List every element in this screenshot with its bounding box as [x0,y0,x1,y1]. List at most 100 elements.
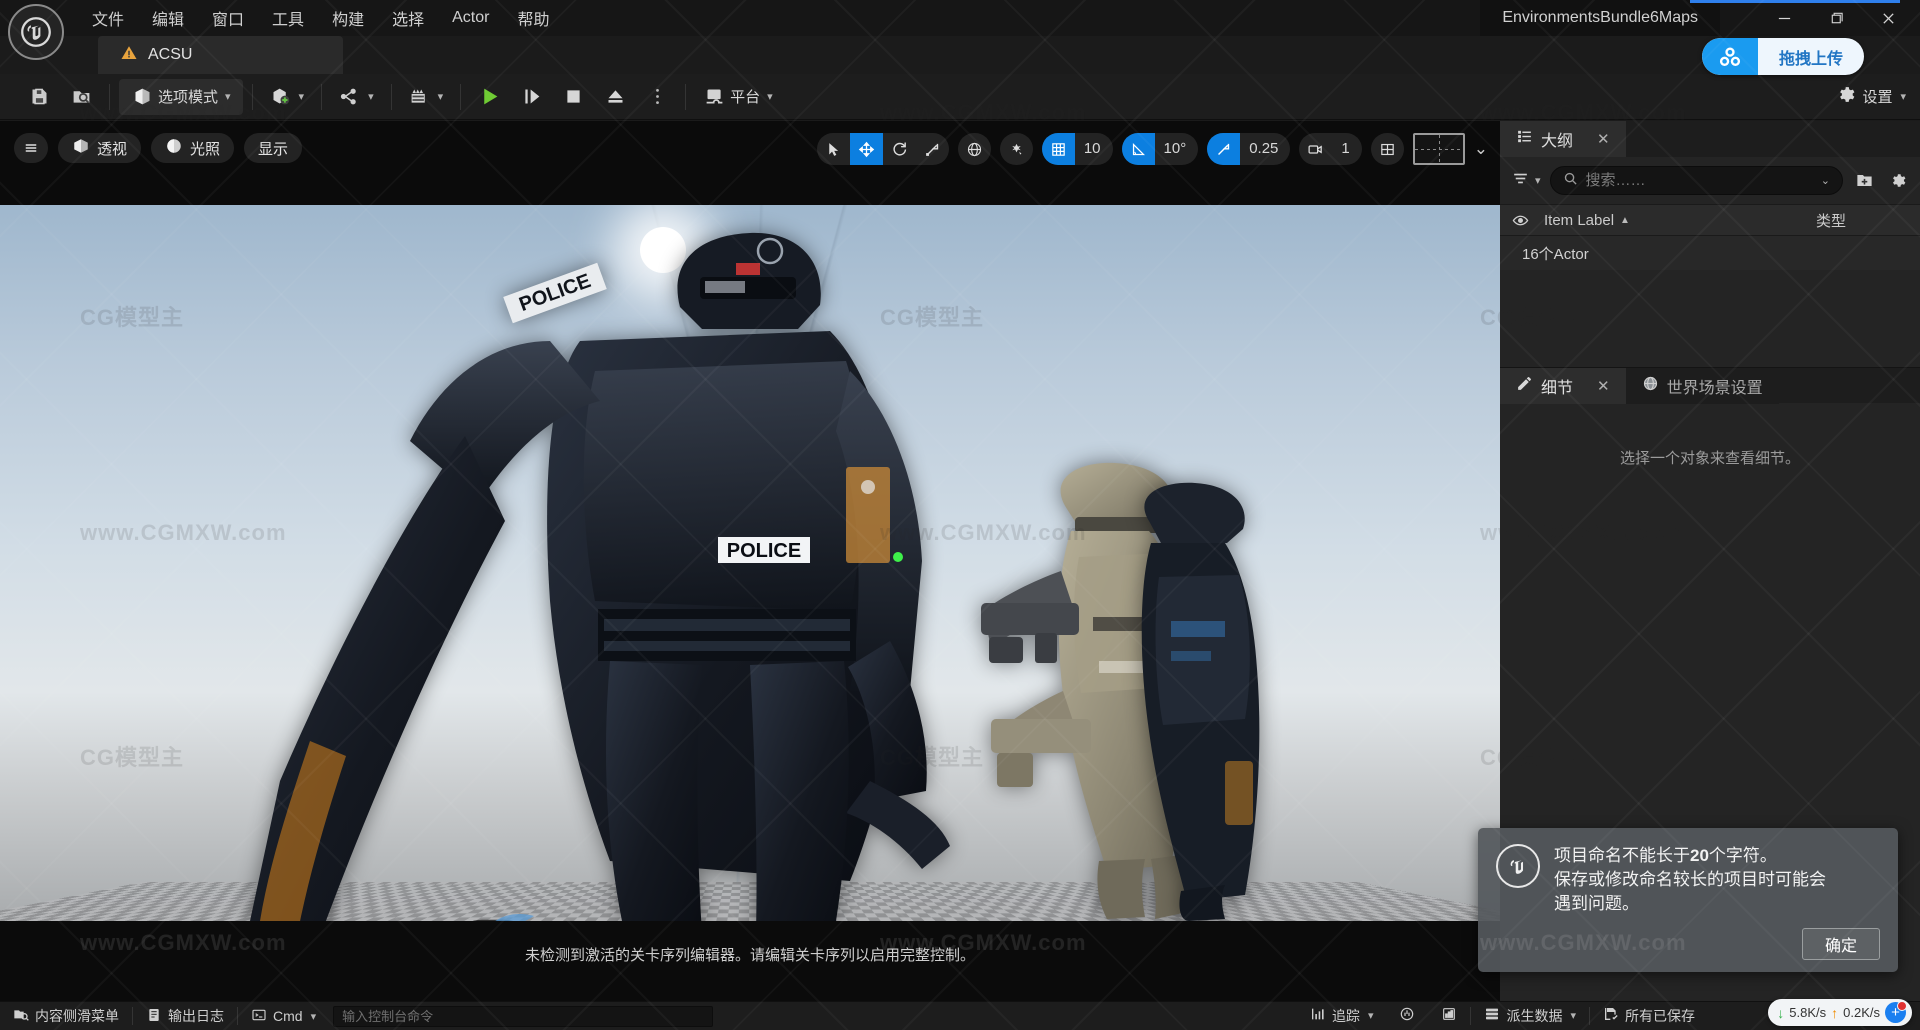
angle-snap-icon[interactable] [1121,133,1155,165]
content-drawer-icon [13,1007,29,1026]
unreal-logo-icon [1496,843,1540,888]
add-actor-button[interactable]: ▾ [262,79,313,115]
unreal-logo-icon[interactable] [8,4,64,60]
camera-speed-value[interactable]: 1 [1332,133,1361,165]
grid-snap-control[interactable]: 10 [1041,133,1113,165]
camera-icon[interactable] [1299,133,1332,165]
transform-tool-group [816,133,949,165]
level-viewport[interactable]: POLICE POLICE 透视 光照 显示 10 10° 0.25 1 ⌄ 未… [0,121,1500,1001]
camera-speed-control[interactable]: 1 [1299,133,1362,165]
coordinate-system-button[interactable] [957,133,991,165]
surface-snap-button[interactable] [999,133,1033,165]
menu-file[interactable]: 文件 [78,0,138,36]
viewport-3d-scene[interactable]: POLICE POLICE [0,205,1500,921]
chevron-down-icon[interactable]: ⌄ [1821,174,1830,187]
stop-button[interactable] [554,79,592,115]
chevron-down-icon: ▾ [1367,1010,1374,1022]
editor-settings-button[interactable]: 设置 ▾ [1835,84,1906,109]
show-label: 显示 [258,140,289,158]
eject-button[interactable] [596,79,634,115]
output-log-button[interactable]: 输出日志 [133,1002,237,1030]
surface-snap-icon[interactable] [1000,133,1033,165]
console-input-field[interactable] [342,1008,705,1024]
toast-ok-button[interactable]: 确定 [1802,928,1880,960]
angle-snap-value[interactable]: 10° [1155,133,1199,165]
blueprints-button[interactable]: ▾ [331,79,382,115]
browse-button[interactable] [62,79,100,115]
outliner-settings-button[interactable] [1885,169,1909,193]
unreal-editor-window: 文件 编辑 窗口 工具 构建 选择 Actor 帮助 EnvironmentsB… [0,0,1920,1030]
close-icon[interactable]: ✕ [1597,377,1610,395]
toast-line1-prefix: 项目命名不能长于 [1554,845,1690,865]
column-item-label[interactable]: Item Label ▲ [1544,212,1804,229]
scale-tool-button[interactable] [916,133,949,165]
outliner-add-button[interactable] [1852,169,1876,193]
menu-actor[interactable]: Actor [438,3,503,33]
platforms-button[interactable]: 平台 ▾ [695,79,781,115]
outliner-search-input[interactable] [1585,172,1811,189]
viewport-show-button[interactable]: 显示 [244,133,303,163]
layout-preview-thumbnail[interactable] [1412,133,1465,165]
more-options-button[interactable] [638,79,676,115]
eject-icon [604,86,626,108]
gamepad-icon [450,910,536,921]
cinematics-button[interactable]: ▾ [401,79,452,115]
grid-snap-value[interactable]: 10 [1075,133,1113,165]
viewport-menu-button[interactable] [14,133,48,163]
angle-snap-control[interactable]: 10° [1121,133,1199,165]
rotate-tool-button[interactable] [883,133,916,165]
outliner-filter-button[interactable]: ▾ [1511,169,1541,193]
minimize-icon[interactable] [1758,0,1810,36]
gear-icon [1835,84,1856,109]
tab-world-settings[interactable]: 世界场景设置 [1625,367,1779,404]
mech-dark-actor[interactable] [1085,481,1285,921]
viewport-lighting-button[interactable]: 光照 [151,133,235,163]
scale-snap-value[interactable]: 0.25 [1240,133,1290,165]
trace-button[interactable]: 追踪 ▾ [1297,1001,1387,1030]
save-button[interactable] [20,79,58,115]
menu-tools[interactable]: 工具 [258,0,318,36]
viewport-view-mode-button[interactable]: 透视 [58,133,142,163]
column-type[interactable]: 类型 [1816,210,1908,231]
download-speed: 5.8K/s [1789,1005,1827,1020]
scale-snap-control[interactable]: 0.25 [1207,133,1291,165]
table-row[interactable]: 16个Actor [1500,236,1920,270]
select-tool-button[interactable] [817,133,850,165]
menu-window[interactable]: 窗口 [198,0,258,36]
derived-data-button[interactable]: 派生数据 ▾ [1471,1001,1589,1030]
viewport-layout-button[interactable] [1370,133,1404,165]
cmd-dropdown-button[interactable]: Cmd ▾ [238,1002,329,1030]
output-log-label: 输出日志 [168,1008,224,1024]
upload-button[interactable]: 拖拽上传 [1702,38,1864,75]
skip-button[interactable] [512,79,550,115]
chevron-down-icon: ▾ [225,91,231,103]
menu-build[interactable]: 构建 [318,0,378,36]
tab-details[interactable]: 细节 ✕ [1500,367,1626,404]
globe-icon[interactable] [958,133,991,165]
selection-mode-dropdown[interactable]: 选项模式 ▾ [119,78,243,115]
move-tool-button[interactable] [849,133,883,165]
outliner-search-box[interactable]: ⌄ [1549,166,1843,195]
scale-snap-icon[interactable] [1207,133,1241,165]
menu-help[interactable]: 帮助 [503,0,563,36]
tab-outliner[interactable]: 大纲 ✕ [1500,121,1626,157]
content-drawer-button[interactable]: 内容侧滑菜单 [0,1002,132,1030]
stats-button[interactable] [1428,1001,1470,1030]
layout-grid-icon[interactable] [1371,133,1404,165]
close-icon[interactable] [1862,0,1914,36]
visibility-eye-icon[interactable] [1512,212,1532,229]
close-icon[interactable]: ✕ [1597,130,1610,148]
maximize-icon[interactable] [1810,0,1862,36]
performance-button[interactable] [1386,1001,1428,1030]
play-button[interactable] [470,79,508,115]
saved-status[interactable]: 所有已保存 [1590,1001,1708,1030]
notification-toast[interactable]: 项目命名不能长于20个字符。 保存或修改命名较长的项目时可能会 遇到问题。 确定 [1478,827,1898,972]
console-command-input[interactable] [333,1005,714,1027]
project-tab[interactable]: ACSU [98,36,343,74]
menu-select[interactable]: 选择 [378,0,438,36]
menu-edit[interactable]: 编辑 [138,0,198,36]
add-button-badge[interactable]: + [1885,1001,1907,1023]
chevron-down-icon[interactable]: ⌄ [1474,139,1488,159]
grid-snap-icon[interactable] [1041,133,1075,165]
network-speed-widget[interactable]: ↓ 5.8K/s ↑ 0.2K/s + [1768,999,1912,1026]
